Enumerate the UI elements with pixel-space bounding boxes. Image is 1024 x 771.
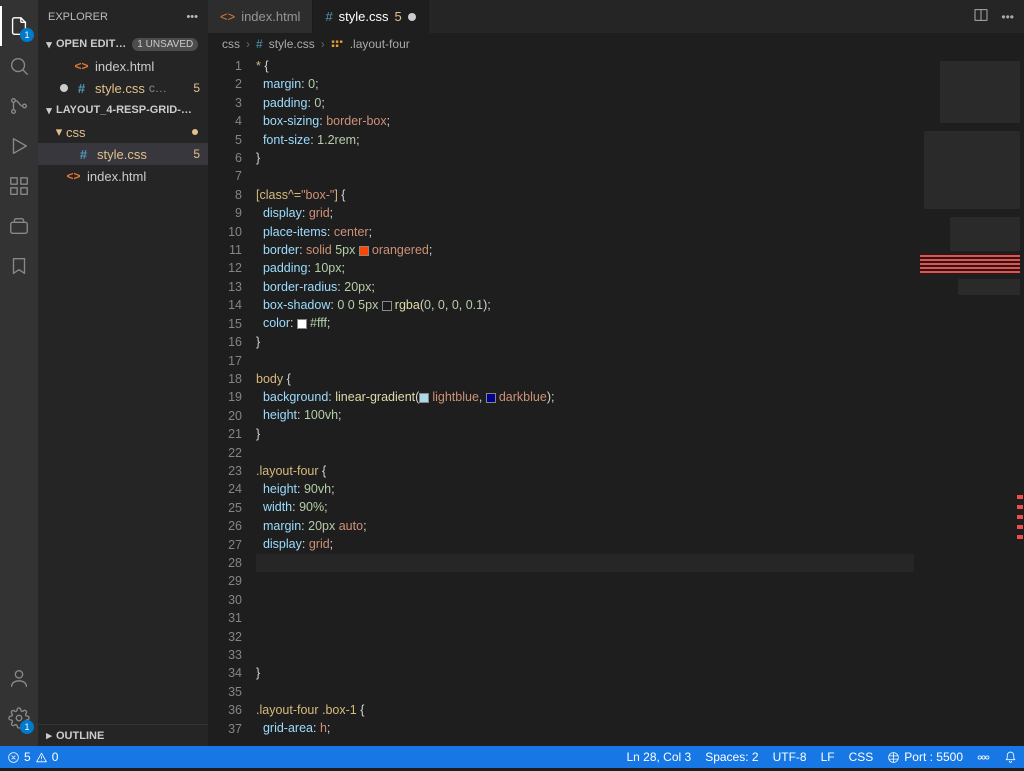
chevron-down-icon: ▾: [42, 38, 56, 51]
breadcrumb-segment[interactable]: css: [222, 37, 240, 51]
problems-count: 5: [193, 81, 200, 95]
symbol-class-icon: [331, 38, 344, 51]
overview-ruler[interactable]: [1012, 55, 1024, 746]
html-file-icon: <>: [74, 59, 89, 74]
gear-icon[interactable]: 1: [0, 698, 38, 738]
explorer-icon[interactable]: 1: [0, 6, 38, 46]
chevron-right-icon: ▸: [42, 729, 56, 742]
status-encoding[interactable]: UTF-8: [766, 746, 814, 768]
tab-label: index.html: [241, 9, 300, 24]
dirty-dot-icon: [408, 13, 416, 21]
error-marker: [1017, 525, 1023, 529]
open-editor-label: style.css: [95, 81, 145, 96]
sidebar: EXPLORER ••• ▾ OPEN EDIT… 1 UNSAVED <> i…: [38, 0, 208, 746]
account-icon[interactable]: [0, 658, 38, 698]
error-marker: [1017, 505, 1023, 509]
workspace-label: LAYOUT_4-RESP-GRID-…: [56, 104, 192, 116]
html-file-icon: <>: [66, 169, 81, 184]
chevron-right-icon: ›: [321, 37, 325, 51]
css-file-icon: #: [325, 9, 332, 24]
more-actions-icon[interactable]: •••: [1001, 10, 1014, 24]
error-marker: [1017, 535, 1023, 539]
file-label: style.css: [97, 147, 147, 162]
gear-badge: 1: [20, 720, 34, 734]
tab-style-css[interactable]: # style.css 5: [313, 0, 428, 33]
split-editor-icon[interactable]: [973, 7, 989, 26]
breadcrumb-segment[interactable]: style.css: [269, 37, 315, 51]
error-marker: [1017, 515, 1023, 519]
status-feedback-icon[interactable]: [970, 746, 997, 768]
bookmark-icon[interactable]: [0, 246, 38, 286]
chevron-right-icon: ›: [246, 37, 250, 51]
sidebar-more-icon[interactable]: •••: [186, 11, 198, 23]
status-errors-count: 5: [24, 750, 31, 764]
chevron-down-icon: ▾: [52, 124, 66, 140]
open-editors-header[interactable]: ▾ OPEN EDIT… 1 UNSAVED: [38, 33, 208, 55]
breadcrumb-segment[interactable]: .layout-four: [350, 37, 410, 51]
sidebar-title: EXPLORER •••: [38, 0, 208, 33]
status-eol[interactable]: LF: [814, 746, 842, 768]
open-editor-item-index[interactable]: <> index.html: [38, 55, 208, 77]
status-lncol[interactable]: Ln 28, Col 3: [619, 746, 698, 768]
open-editor-item-style[interactable]: # style.css c… 5: [38, 77, 208, 99]
search-icon[interactable]: [0, 46, 38, 86]
code-content[interactable]: * { margin: 0; padding: 0; box-sizing: b…: [256, 55, 914, 746]
editor-group: <> index.html # style.css 5 ••• css › # …: [208, 0, 1024, 746]
tab-index-html[interactable]: <> index.html: [208, 0, 313, 33]
activity-bar: 1 1: [0, 0, 38, 746]
status-bar: 5 0 Ln 28, Col 3 Spaces: 2 UTF-8 LF CSS …: [0, 746, 1024, 768]
file-index-html[interactable]: <> index.html: [38, 165, 208, 187]
status-bell-icon[interactable]: [997, 746, 1024, 768]
problems-count: 5: [193, 147, 200, 161]
minimap[interactable]: [914, 55, 1024, 746]
folder-css[interactable]: ▾ css: [38, 121, 208, 143]
css-file-icon: #: [76, 147, 91, 162]
tab-label: style.css: [339, 9, 389, 24]
css-file-icon: #: [74, 81, 89, 96]
open-editor-hint: c…: [149, 81, 167, 95]
tab-bar: <> index.html # style.css 5 •••: [208, 0, 1024, 33]
css-file-icon: #: [256, 37, 263, 51]
html-file-icon: <>: [220, 9, 235, 24]
docker-icon[interactable]: [0, 206, 38, 246]
open-editors-label: OPEN EDIT…: [56, 38, 126, 50]
chevron-down-icon: ▾: [42, 104, 56, 117]
breadcrumb[interactable]: css › # style.css › .layout-four: [208, 33, 1024, 55]
status-warnings-count: 0: [52, 750, 59, 764]
outline-header[interactable]: ▸ OUTLINE: [38, 724, 208, 746]
file-label: index.html: [87, 169, 146, 184]
folder-label: css: [66, 125, 86, 140]
dirty-dot-icon: [60, 84, 68, 92]
tab-problems-badge: 5: [395, 9, 402, 24]
git-modified-dot: [192, 129, 198, 135]
status-language[interactable]: CSS: [842, 746, 881, 768]
status-errors[interactable]: 5 0: [0, 746, 65, 768]
extensions-icon[interactable]: [0, 166, 38, 206]
explorer-badge: 1: [20, 28, 34, 42]
status-spaces[interactable]: Spaces: 2: [698, 746, 765, 768]
file-style-css[interactable]: # style.css 5: [38, 143, 208, 165]
sidebar-title-label: EXPLORER: [48, 11, 108, 23]
status-port[interactable]: Port : 5500: [880, 746, 970, 768]
debug-icon[interactable]: [0, 126, 38, 166]
open-editor-label: index.html: [95, 59, 154, 74]
unsaved-badge: 1 UNSAVED: [132, 38, 198, 51]
source-control-icon[interactable]: [0, 86, 38, 126]
outline-label: OUTLINE: [56, 730, 104, 742]
error-marker: [1017, 495, 1023, 499]
line-number-gutter: 1234567891011121314151617181920212223242…: [208, 55, 256, 746]
editor-viewport[interactable]: 1234567891011121314151617181920212223242…: [208, 55, 1024, 746]
workspace-header[interactable]: ▾ LAYOUT_4-RESP-GRID-…: [38, 99, 208, 121]
